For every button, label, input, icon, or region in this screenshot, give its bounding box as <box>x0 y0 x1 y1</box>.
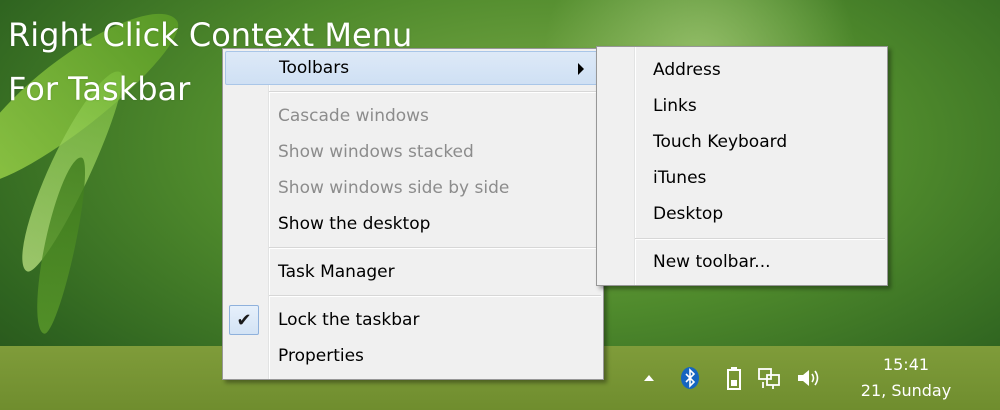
menu-item-properties[interactable]: Properties <box>225 339 601 373</box>
speaker-icon <box>798 370 819 386</box>
menu-item-label: Cascade windows <box>278 106 429 126</box>
submenu-item-label: Touch Keyboard <box>653 132 788 152</box>
submenu-item-address[interactable]: Address <box>599 53 885 87</box>
submenu-item-itunes[interactable]: iTunes <box>599 161 885 195</box>
menu-separator <box>635 238 885 240</box>
submenu-item-touch-keyboard[interactable]: Touch Keyboard <box>599 125 885 159</box>
submenu-item-label: Links <box>653 96 697 116</box>
menu-item-lock-the-taskbar[interactable]: ✔ Lock the taskbar <box>225 303 601 337</box>
submenu-item-label: iTunes <box>653 168 707 188</box>
menu-separator <box>269 295 601 297</box>
submenu-item-label: New toolbar... <box>653 252 771 272</box>
battery-icon <box>727 367 741 390</box>
bluetooth-icon <box>681 367 699 389</box>
menu-item-cascade-windows[interactable]: Cascade windows <box>225 99 601 133</box>
submenu-item-label: Address <box>653 60 721 80</box>
network-tray-button[interactable] <box>754 346 784 410</box>
checkmark-icon: ✔ <box>229 305 259 335</box>
taskbar-context-menu: Toolbars Cascade windows Show windows st… <box>222 48 604 380</box>
menu-item-show-windows-stacked[interactable]: Show windows stacked <box>225 135 601 169</box>
menu-item-show-the-desktop[interactable]: Show the desktop <box>225 207 601 241</box>
menu-item-label: Task Manager <box>278 262 395 282</box>
menu-separator <box>269 91 601 93</box>
menu-item-label: Properties <box>278 346 364 366</box>
menu-item-toolbars[interactable]: Toolbars <box>225 51 601 85</box>
show-hidden-icons-button[interactable] <box>638 346 660 410</box>
submenu-arrow-icon <box>578 63 584 75</box>
menu-item-task-manager[interactable]: Task Manager <box>225 255 601 289</box>
menu-item-label: Toolbars <box>279 58 350 78</box>
clock-time: 15:41 <box>882 355 930 374</box>
taskbar-clock[interactable]: 15:41 21, Sunday <box>846 352 966 404</box>
volume-tray-button[interactable] <box>794 346 824 410</box>
menu-item-label: Show the desktop <box>278 214 431 234</box>
menu-item-label: Show windows side by side <box>278 178 510 198</box>
menu-item-label: Lock the taskbar <box>278 310 420 330</box>
menu-item-show-windows-side-by-side[interactable]: Show windows side by side <box>225 171 601 205</box>
toolbars-submenu: Address Links Touch Keyboard iTunes Desk… <box>596 46 888 286</box>
chevron-up-icon <box>644 375 654 381</box>
clock-date: 21, Sunday <box>860 381 952 400</box>
menu-item-label: Show windows stacked <box>278 142 474 162</box>
bluetooth-tray-button[interactable] <box>678 346 702 410</box>
menu-separator <box>269 247 601 249</box>
battery-tray-button[interactable] <box>722 346 746 410</box>
submenu-item-label: Desktop <box>653 204 724 224</box>
submenu-item-desktop[interactable]: Desktop <box>599 197 885 231</box>
submenu-item-new-toolbar[interactable]: New toolbar... <box>599 245 885 279</box>
submenu-item-links[interactable]: Links <box>599 89 885 123</box>
network-icon <box>758 368 780 389</box>
